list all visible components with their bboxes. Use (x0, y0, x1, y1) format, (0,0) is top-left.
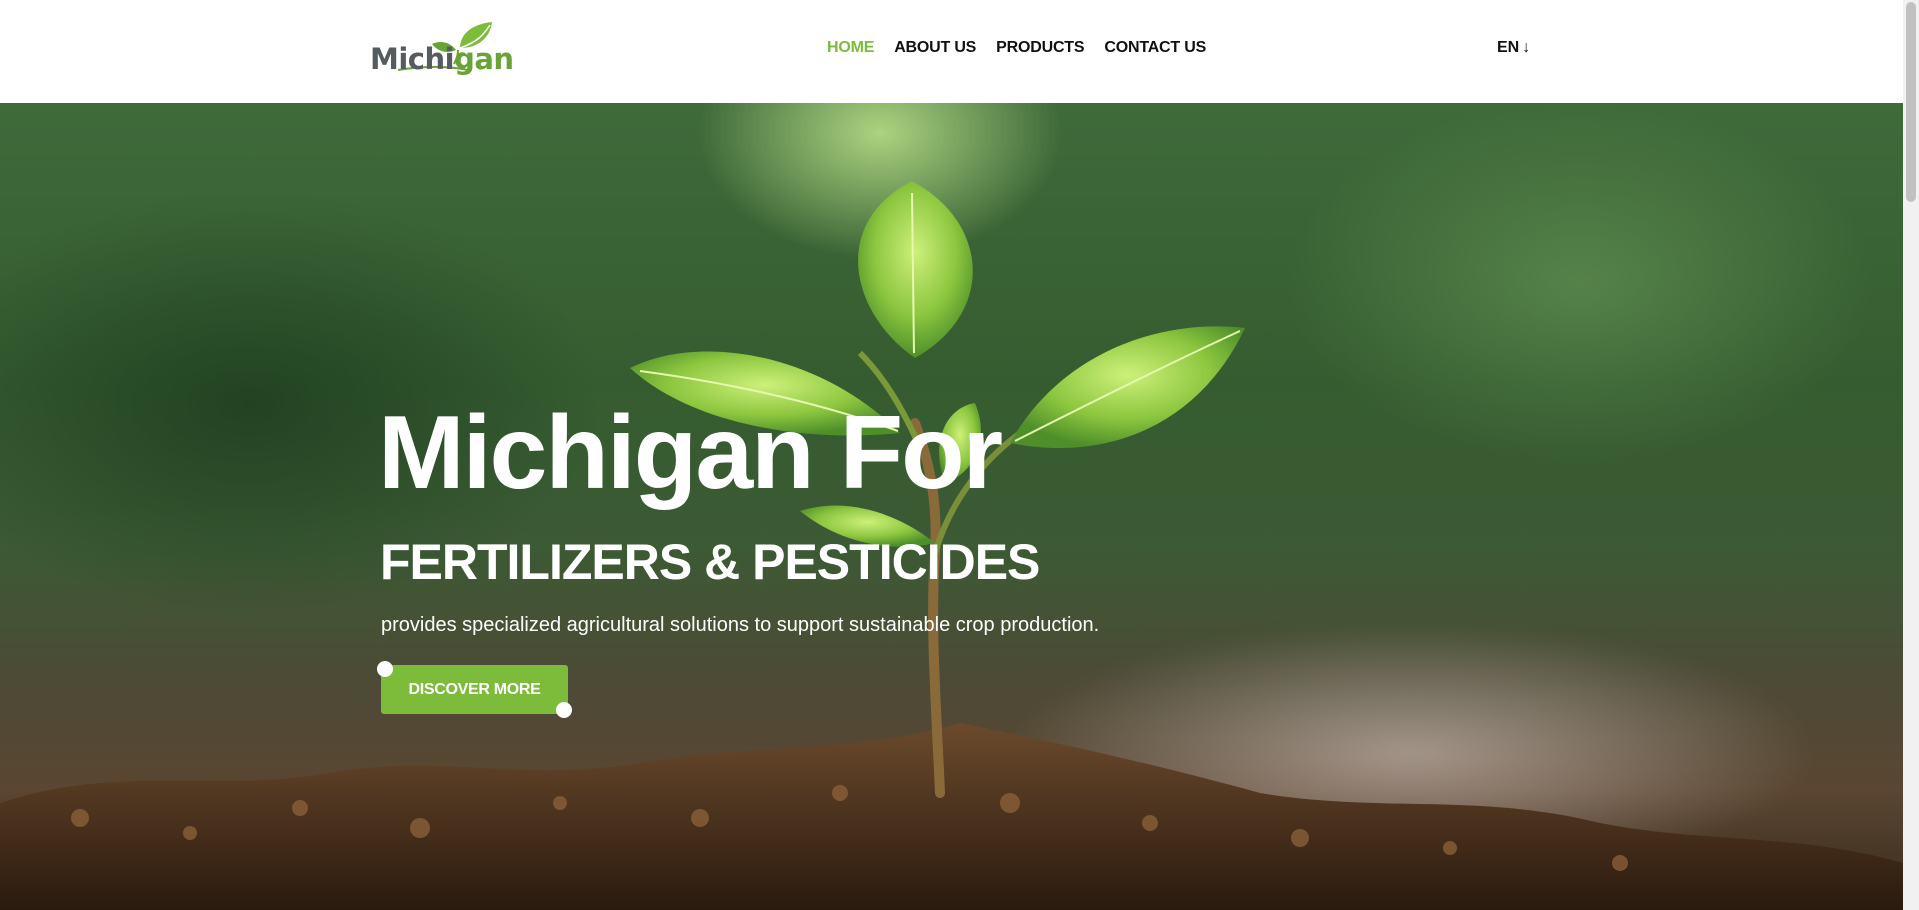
logo-text-main: Michi (370, 42, 455, 76)
scrollbar-thumb[interactable] (1906, 2, 1916, 202)
hero-subtitle: FERTILIZERS & PESTICIDES (380, 534, 1040, 590)
language-selector[interactable]: EN ↓ (1497, 39, 1530, 57)
arrow-down-icon: ↓ (1522, 39, 1531, 56)
logo-wordmark: Michigan (370, 42, 514, 76)
nav-about-us[interactable]: ABOUT US (894, 39, 976, 57)
viewport: Michigan HOME ABOUT US PRODUCTS CONTACT … (0, 0, 1919, 910)
hero-title: Michigan For (378, 395, 1003, 511)
nav-home[interactable]: HOME (827, 39, 874, 57)
nav-products[interactable]: PRODUCTS (996, 39, 1084, 57)
language-label: EN (1497, 39, 1520, 56)
main-nav: HOME ABOUT US PRODUCTS CONTACT US (827, 39, 1206, 57)
page-scrollbar[interactable] (1903, 0, 1919, 910)
button-corner-decoration (377, 661, 393, 677)
discover-more-button[interactable]: DISCOVER MORE (377, 661, 572, 718)
hero-section: Michigan For FERTILIZERS & PESTICIDES pr… (0, 103, 1903, 910)
discover-more-label: DISCOVER MORE (408, 680, 541, 698)
nav-contact-us[interactable]: CONTACT US (1104, 39, 1206, 57)
site-header: Michigan HOME ABOUT US PRODUCTS CONTACT … (0, 0, 1903, 103)
site-logo[interactable]: Michigan (368, 20, 514, 82)
hero-description: provides specialized agricultural soluti… (381, 614, 1100, 636)
button-corner-decoration (556, 702, 572, 718)
logo-text-accent: gan (454, 42, 514, 76)
